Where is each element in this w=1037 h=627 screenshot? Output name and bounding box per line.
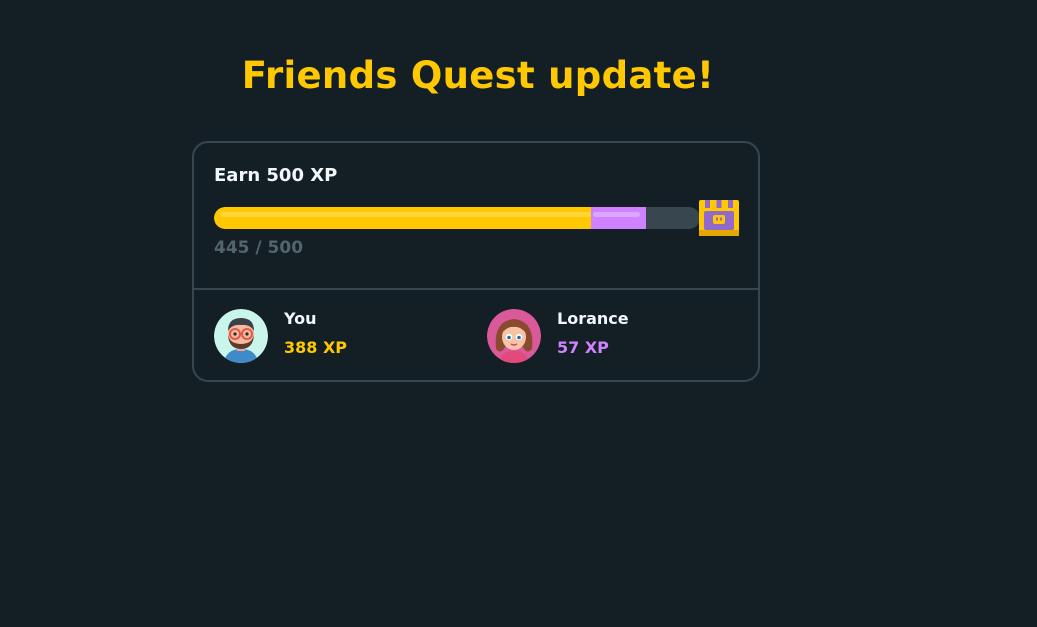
member-name: You [284, 309, 317, 328]
progress-segment-friend [591, 207, 646, 229]
quest-card: Earn 500 XP 445 / 500 You 388 XP Lorance… [192, 141, 760, 382]
progress-segment-you [214, 207, 591, 229]
member-xp: 57 XP [557, 338, 609, 357]
quest-progress-bar [214, 207, 700, 229]
quest-goal-label: Earn 500 XP [214, 165, 338, 186]
avatar-lorance [487, 309, 541, 363]
progress-shine-friend [593, 212, 640, 217]
page-title: Friends Quest update! [241, 54, 715, 97]
friends-quest-page: Friends Quest update! Earn 500 XP 445 / … [0, 0, 1037, 627]
member-xp: 388 XP [284, 338, 348, 357]
card-divider [194, 288, 758, 290]
quest-progress-text: 445 / 500 [214, 238, 304, 258]
treasure-chest-icon [697, 199, 741, 237]
progress-shine-you [220, 212, 591, 217]
member-name: Lorance [557, 309, 629, 328]
avatar-you [214, 309, 268, 363]
